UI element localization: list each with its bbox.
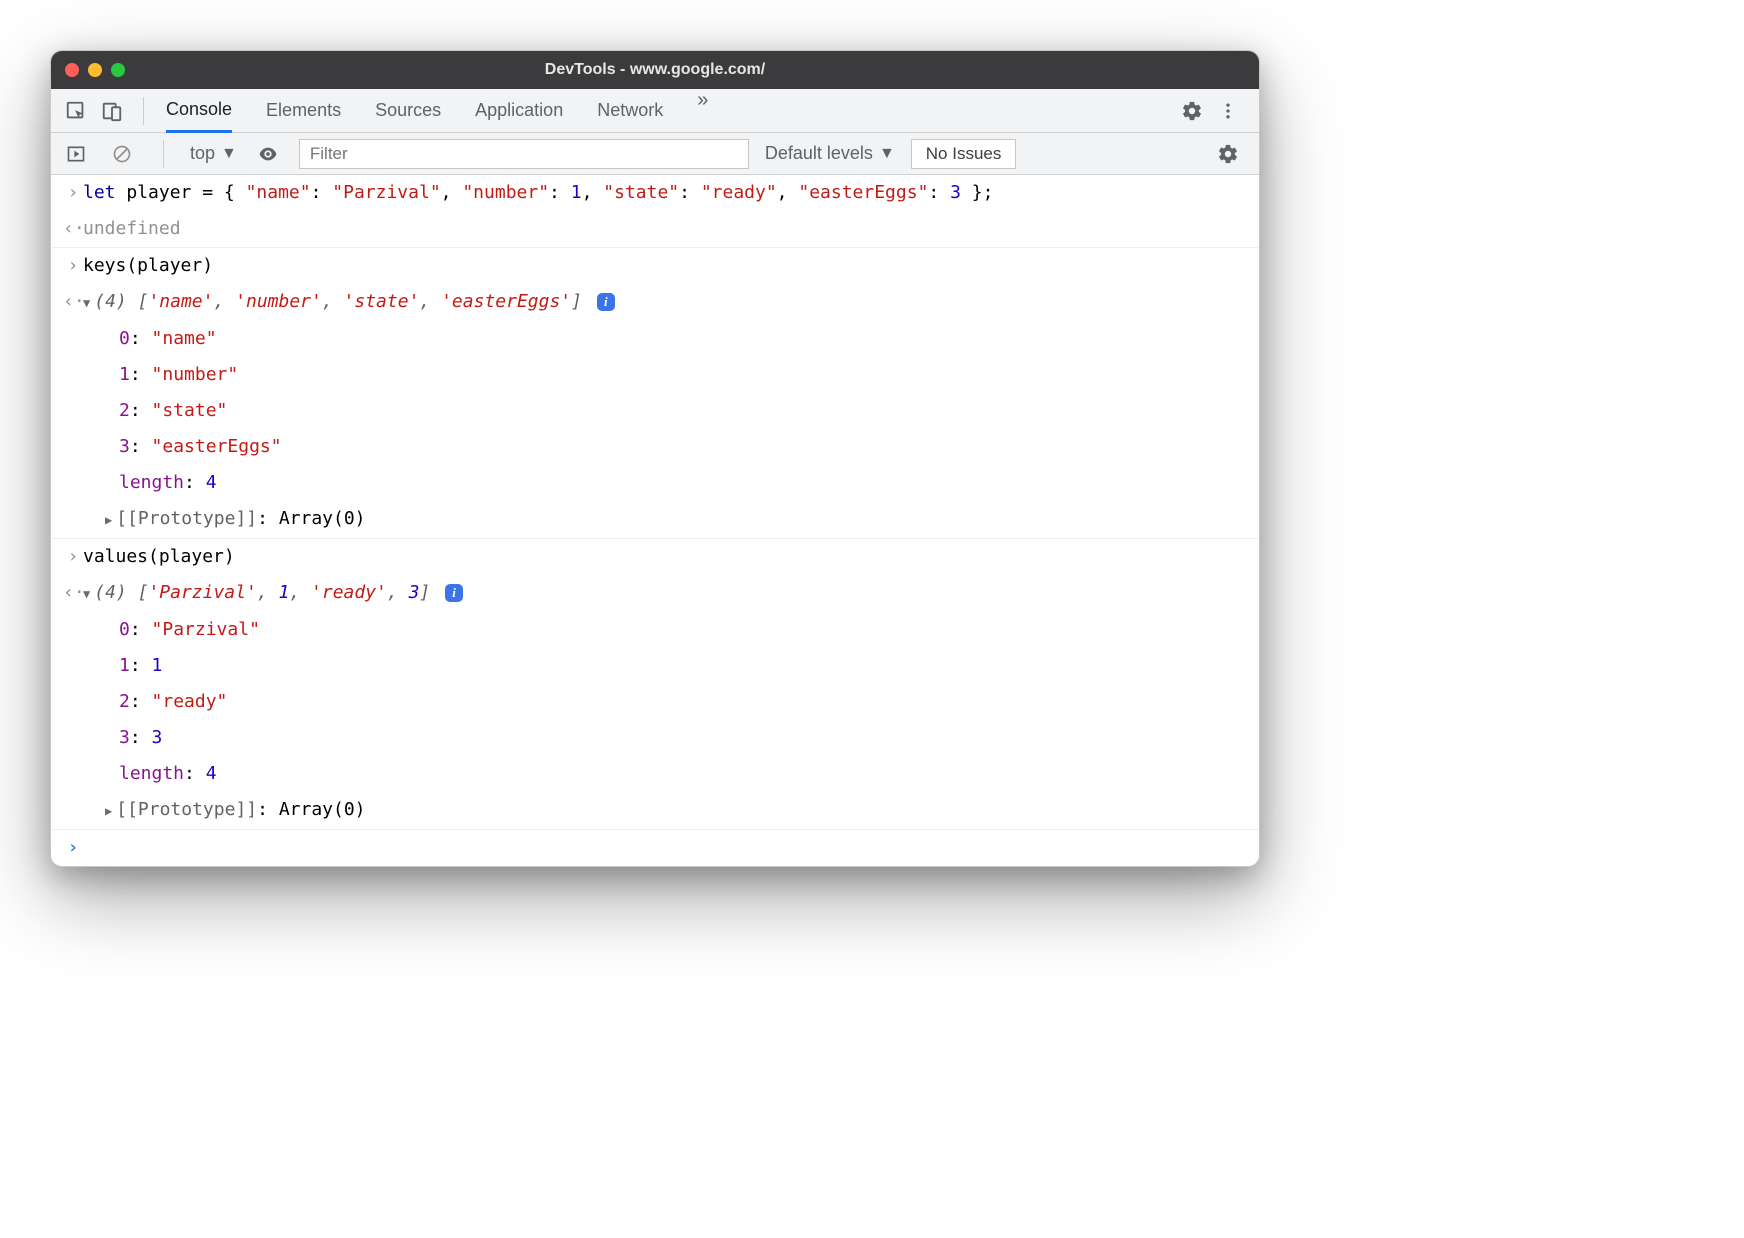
code-line: let player = { "name": "Parzival", "numb… <box>83 179 1249 207</box>
array-length: length: 4 <box>51 756 1259 792</box>
console-prompt[interactable]: › <box>51 830 1259 866</box>
more-tabs-icon[interactable]: » <box>697 89 708 133</box>
output-chevron-icon: ‹· <box>63 579 83 608</box>
chevron-down-icon: ▼ <box>221 145 237 163</box>
levels-label: Default levels <box>765 143 873 164</box>
array-item: 1: "number" <box>51 357 1259 393</box>
tab-sources[interactable]: Sources <box>375 89 441 133</box>
array-preview[interactable]: (4) ['name', 'number', 'state', 'easterE… <box>83 288 1249 317</box>
log-levels-selector[interactable]: Default levels ▼ <box>759 143 901 164</box>
input-chevron-icon: › <box>63 543 83 571</box>
window-title: DevTools - www.google.com/ <box>51 61 1259 79</box>
console-output: › let player = { "name": "Parzival", "nu… <box>51 175 1259 866</box>
code-line: values(player) <box>83 543 1249 571</box>
array-item: 0: "name" <box>51 321 1259 357</box>
tab-application[interactable]: Application <box>475 89 563 133</box>
console-result-row: ‹· (4) ['Parzival', 1, 'ready', 3] i <box>51 575 1259 612</box>
disclosure-triangle-icon[interactable] <box>83 288 90 317</box>
code-line: keys(player) <box>83 252 1249 280</box>
input-chevron-icon: › <box>63 252 83 280</box>
console-result-row: ‹· undefined <box>51 211 1259 248</box>
prototype-row[interactable]: [[Prototype]]: Array(0) <box>51 501 1259 539</box>
tab-console[interactable]: Console <box>166 89 232 133</box>
output-chevron-icon: ‹· <box>63 288 83 317</box>
console-input-row[interactable]: › values(player) <box>51 539 1259 575</box>
disclosure-triangle-icon[interactable] <box>105 796 112 825</box>
clear-console-icon[interactable] <box>107 139 137 169</box>
filter-input[interactable] <box>299 139 749 169</box>
tab-network[interactable]: Network <box>597 89 663 133</box>
chevron-down-icon: ▼ <box>879 145 895 163</box>
issues-label: No Issues <box>926 144 1002 164</box>
array-item: 3: "easterEggs" <box>51 429 1259 465</box>
console-result-row: ‹· (4) ['name', 'number', 'state', 'east… <box>51 284 1259 321</box>
issues-button[interactable]: No Issues <box>911 139 1017 169</box>
array-length: length: 4 <box>51 465 1259 501</box>
sidebar-toggle-icon[interactable] <box>61 139 91 169</box>
maximize-icon[interactable] <box>111 63 125 77</box>
device-toggle-icon[interactable] <box>97 96 127 126</box>
array-preview[interactable]: (4) ['Parzival', 1, 'ready', 3] i <box>83 579 1249 608</box>
array-item: 3: 3 <box>51 720 1259 756</box>
close-icon[interactable] <box>65 63 79 77</box>
minimize-icon[interactable] <box>88 63 102 77</box>
info-icon[interactable]: i <box>597 293 615 311</box>
inspect-icon[interactable] <box>61 96 91 126</box>
separator <box>163 140 164 168</box>
disclosure-triangle-icon[interactable] <box>105 505 112 534</box>
settings-icon[interactable] <box>1177 96 1207 126</box>
titlebar: DevTools - www.google.com/ <box>51 51 1259 89</box>
kebab-menu-icon[interactable] <box>1213 96 1243 126</box>
output-chevron-icon: ‹· <box>63 215 83 243</box>
context-selector[interactable]: top ▼ <box>184 141 243 166</box>
console-input-row[interactable]: › let player = { "name": "Parzival", "nu… <box>51 175 1259 211</box>
input-chevron-icon: › <box>63 179 83 207</box>
array-item: 0: "Parzival" <box>51 612 1259 648</box>
info-icon[interactable]: i <box>445 584 463 602</box>
devtools-window: DevTools - www.google.com/ Console Eleme… <box>50 50 1260 867</box>
tab-elements[interactable]: Elements <box>266 89 341 133</box>
main-tabbar: Console Elements Sources Application Net… <box>51 89 1259 133</box>
disclosure-triangle-icon[interactable] <box>83 579 90 608</box>
console-toolbar: top ▼ Default levels ▼ No Issues <box>51 133 1259 175</box>
array-item: 2: "state" <box>51 393 1259 429</box>
array-item: 2: "ready" <box>51 684 1259 720</box>
prompt-chevron-icon: › <box>63 834 83 862</box>
console-input-row[interactable]: › keys(player) <box>51 248 1259 284</box>
prototype-row[interactable]: [[Prototype]]: Array(0) <box>51 792 1259 830</box>
live-expression-icon[interactable] <box>253 139 283 169</box>
prompt-input[interactable] <box>83 834 1249 862</box>
separator <box>143 97 144 125</box>
console-settings-icon[interactable] <box>1213 139 1243 169</box>
traffic-lights <box>65 63 125 77</box>
undefined-result: undefined <box>83 215 1249 243</box>
context-label: top <box>190 143 215 164</box>
array-item: 1: 1 <box>51 648 1259 684</box>
panel-tabs: Console Elements Sources Application Net… <box>154 89 708 133</box>
